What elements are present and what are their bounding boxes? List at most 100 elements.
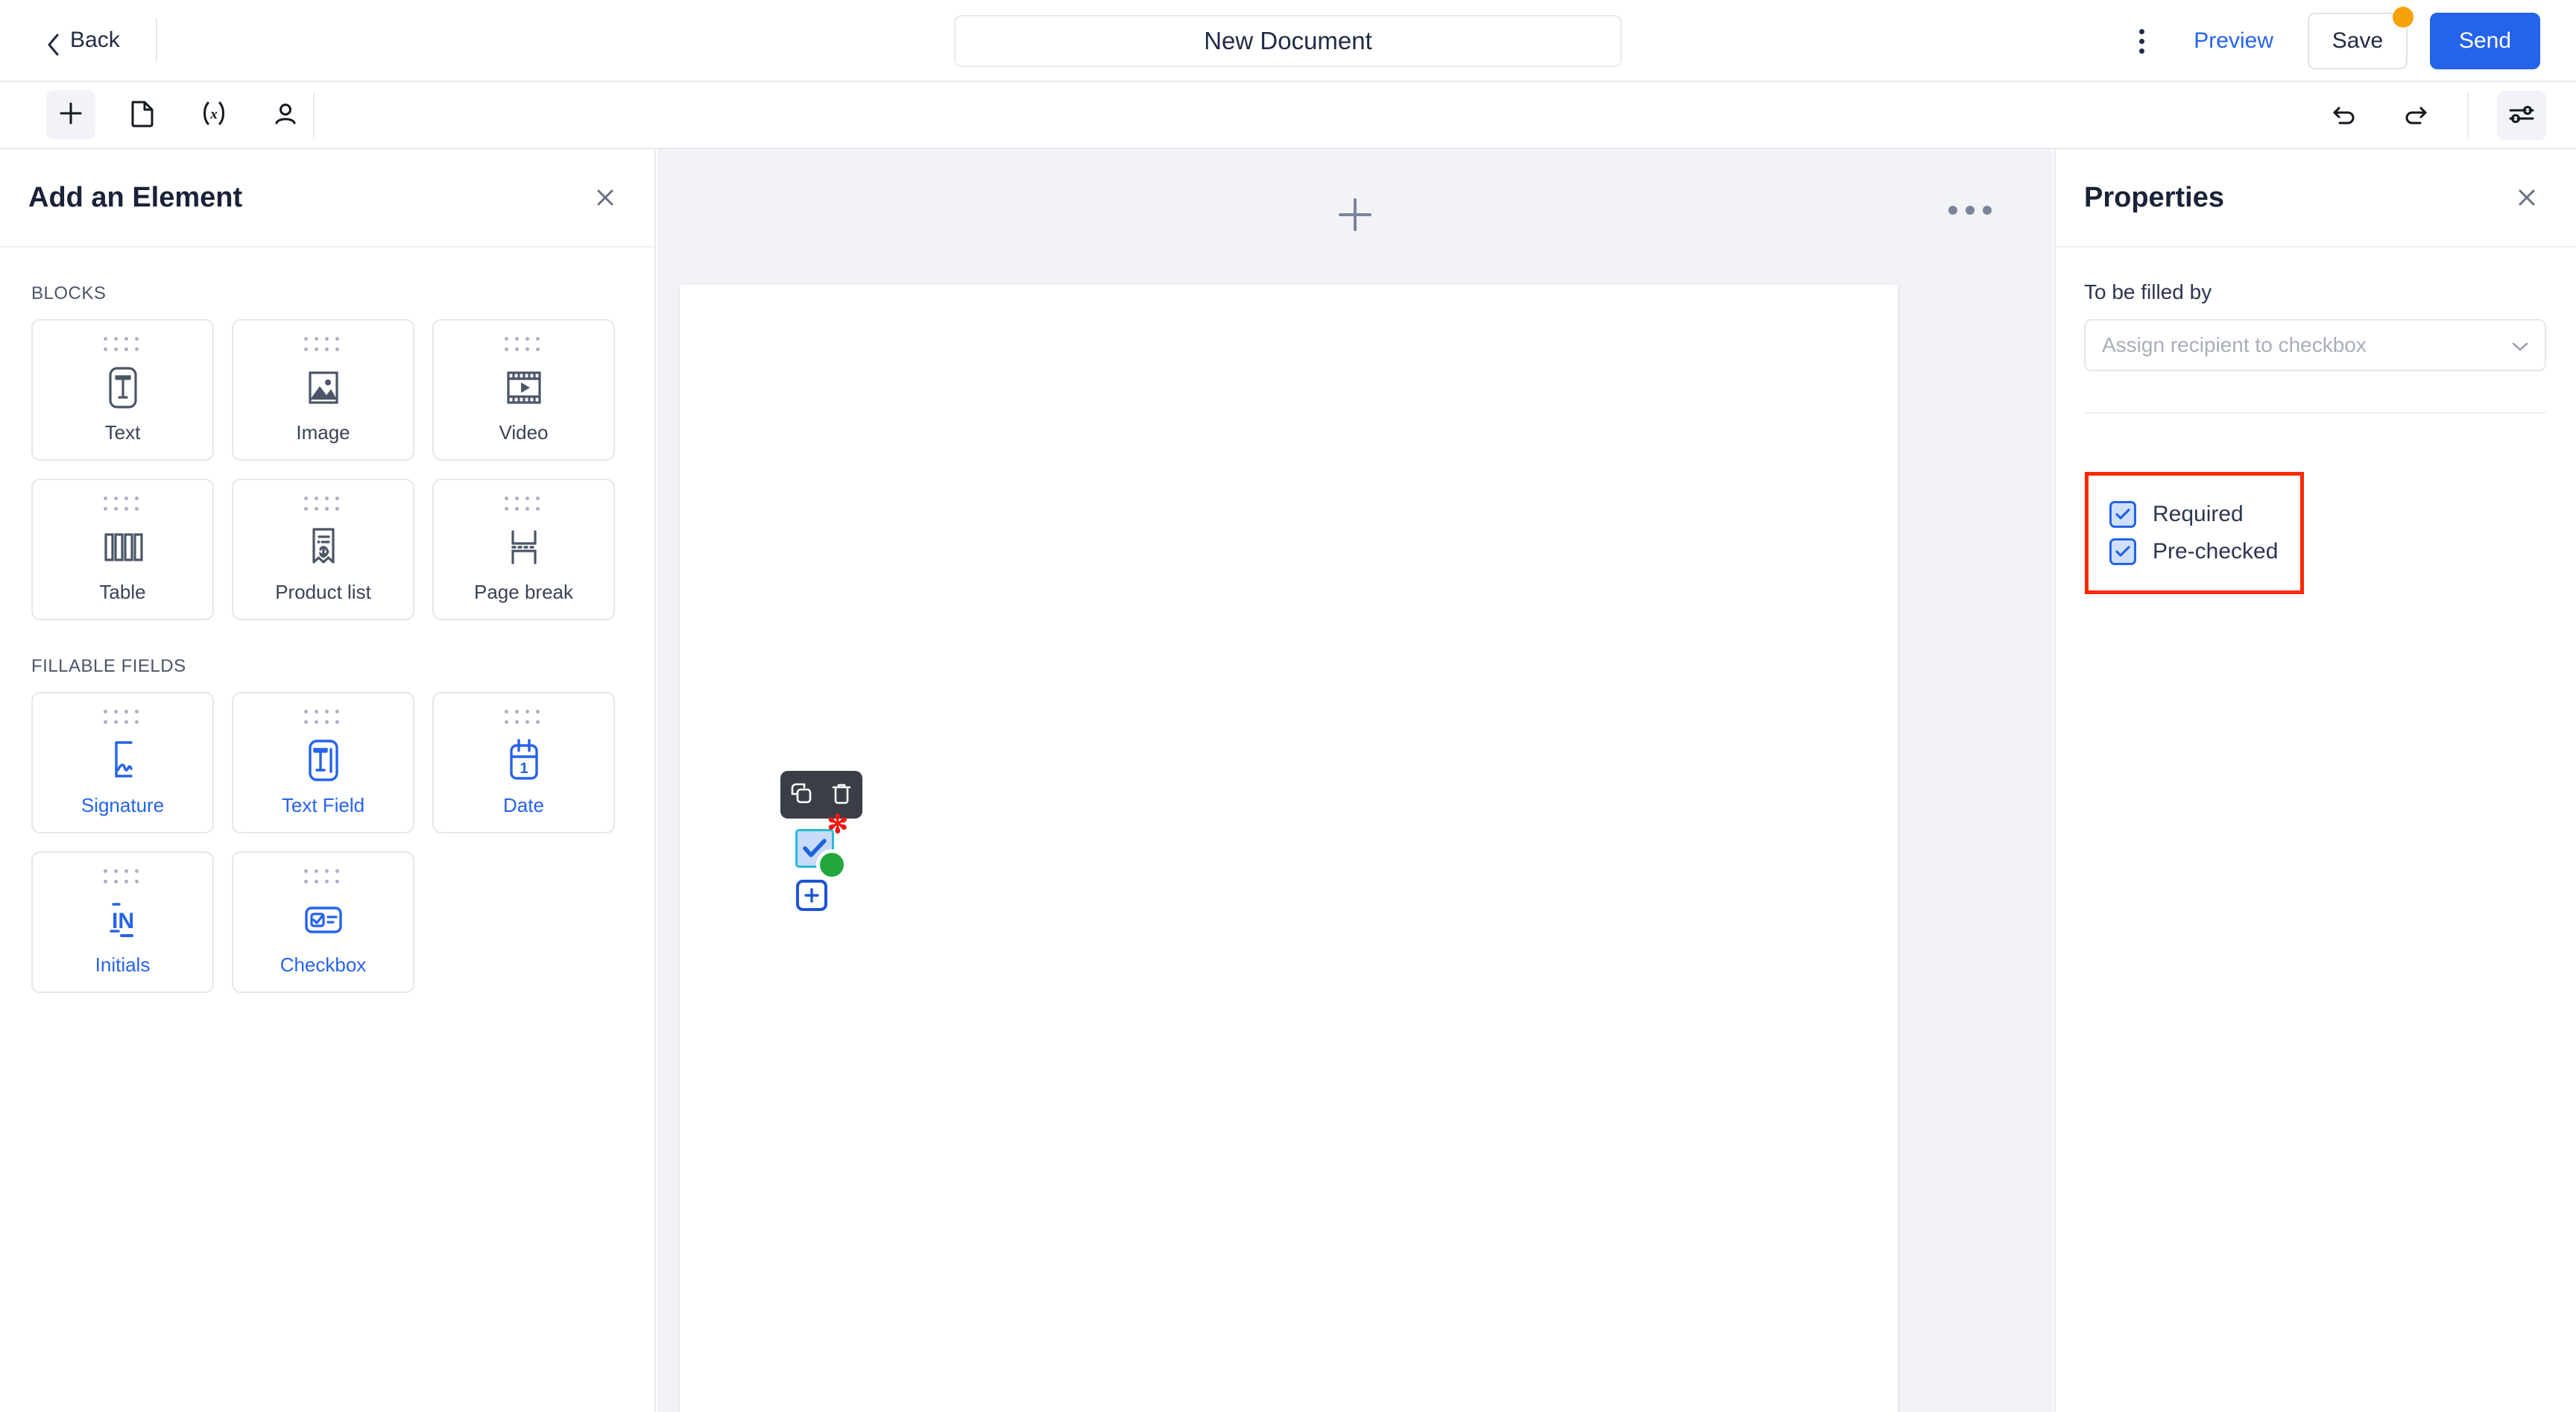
drag-handle-icon[interactable]: [104, 497, 142, 514]
pre-checked-checkbox[interactable]: [2109, 538, 2136, 565]
section-label-blocks: BLOCKS: [31, 283, 107, 303]
panel-title: Add an Element: [28, 181, 243, 213]
element-card-date[interactable]: 1 Date: [432, 692, 615, 833]
drag-handle-icon[interactable]: [505, 337, 543, 354]
to-be-filled-by-label: To be filled by: [2084, 280, 2212, 303]
element-card-label: Table: [99, 581, 146, 603]
initials-icon: IN: [101, 886, 145, 954]
element-card-initials[interactable]: IN Initials: [31, 851, 214, 993]
option-label: Required: [2153, 502, 2244, 526]
signature-icon: [104, 727, 142, 794]
video-icon: [502, 354, 546, 421]
document-tool[interactable]: [118, 90, 167, 139]
copy-icon: [789, 781, 813, 809]
element-card-label: Text Field: [281, 794, 365, 816]
plus-icon: [57, 100, 84, 130]
drag-handle-icon[interactable]: [505, 710, 543, 727]
drag-handle-icon[interactable]: [104, 710, 142, 727]
page-menu-button[interactable]: [1948, 206, 1992, 215]
placed-checkbox-element[interactable]: ✻: [780, 771, 862, 911]
add-element-panel: Add an Element BLOCKS Text Image Video T…: [0, 149, 656, 1412]
redo-arrow-icon: [2401, 102, 2428, 130]
element-card-product-list[interactable]: Product list: [232, 479, 414, 620]
element-card-label: Text: [104, 421, 141, 444]
drag-handle-icon[interactable]: [304, 710, 342, 727]
document-title-wrap: [954, 15, 1622, 67]
editor-toolbar: x: [0, 82, 2576, 149]
svg-text:x: x: [209, 107, 218, 122]
duplicate-element-button[interactable]: [789, 782, 814, 807]
drag-handle-icon[interactable]: [304, 869, 342, 886]
kebab-menu-icon[interactable]: [2119, 19, 2164, 63]
redo-button[interactable]: [2390, 91, 2439, 140]
add-block-button[interactable]: [1333, 192, 1377, 237]
option-pre-checked[interactable]: Pre-checked: [2109, 538, 2278, 565]
document-page[interactable]: ✻: [680, 285, 1898, 1412]
trash-icon: [830, 781, 853, 809]
element-card-video[interactable]: Video: [432, 319, 615, 461]
element-card-text[interactable]: Text: [31, 319, 214, 461]
settings-button[interactable]: [2497, 91, 2546, 140]
save-button[interactable]: Save: [2308, 13, 2408, 69]
element-card-signature[interactable]: Signature: [31, 692, 214, 833]
element-card-table[interactable]: Table: [31, 479, 214, 620]
option-required[interactable]: Required: [2109, 501, 2278, 528]
preview-button[interactable]: Preview: [2194, 28, 2273, 54]
svg-text:IN: IN: [112, 909, 134, 933]
properties-divider: [2084, 412, 2546, 414]
chevron-left-icon: [46, 34, 60, 56]
drag-handle-icon[interactable]: [505, 497, 543, 514]
drag-handle-icon[interactable]: [104, 869, 142, 886]
element-card-label: Signature: [80, 794, 165, 816]
add-element-tool[interactable]: [46, 90, 95, 139]
document-title-input[interactable]: [954, 15, 1622, 67]
element-card-label: Video: [499, 421, 549, 444]
close-icon[interactable]: [589, 181, 622, 214]
element-card-label: Checkbox: [280, 954, 367, 976]
required-checkbox[interactable]: [2109, 501, 2136, 528]
save-button-wrap: Save: [2308, 7, 2414, 69]
page-break-icon: [503, 514, 545, 581]
drag-handle-icon[interactable]: [304, 497, 342, 514]
element-card-text-field[interactable]: Text Field: [232, 692, 414, 833]
fillable-fields-grid: Signature Text Field 1 Date IN Initials …: [31, 692, 654, 993]
checkbox-field[interactable]: ✻: [795, 812, 848, 880]
recipient-select[interactable]: Assign recipient to checkbox: [2084, 319, 2546, 371]
drag-handle-icon[interactable]: [104, 337, 142, 354]
text-block-icon: [101, 354, 145, 421]
element-card-page-break[interactable]: Page break: [432, 479, 615, 620]
back-label: Back: [70, 28, 120, 52]
toolbar-right-group: [2321, 82, 2546, 149]
image-icon: [303, 354, 344, 421]
close-icon[interactable]: [2510, 181, 2543, 214]
element-context-toolbar: [780, 771, 862, 819]
add-field-below-button[interactable]: [796, 880, 827, 911]
send-button[interactable]: Send: [2430, 13, 2540, 69]
resize-handle[interactable]: [816, 849, 847, 880]
table-icon: [101, 514, 145, 581]
variables-tool[interactable]: x: [189, 90, 239, 139]
top-header: Back Preview Save Send: [0, 0, 2576, 82]
person-icon: [272, 100, 299, 130]
element-card-checkbox[interactable]: Checkbox: [232, 851, 414, 993]
blocks-grid: Text Image Video Table Product list Page…: [31, 319, 654, 620]
section-label-fillable-fields: FILLABLE FIELDS: [31, 656, 186, 676]
back-button[interactable]: Back: [46, 28, 120, 56]
header-divider: [155, 18, 157, 63]
recipient-select-placeholder: Assign recipient to checkbox: [2102, 333, 2367, 356]
chevron-down-icon: [2510, 340, 2530, 357]
option-label: Pre-checked: [2153, 539, 2279, 564]
drag-handle-icon[interactable]: [304, 337, 342, 354]
variable-x-icon: x: [200, 99, 228, 131]
document-builder-app: Back Preview Save Send: [0, 0, 2576, 1412]
element-card-image[interactable]: Image: [232, 319, 414, 461]
properties-panel-header: Properties: [2056, 149, 2576, 248]
recipients-tool[interactable]: [261, 90, 310, 139]
toolbar-left-group: x: [46, 90, 310, 139]
panel-title: Properties: [2084, 181, 2224, 213]
delete-element-button[interactable]: [829, 782, 854, 807]
calendar-icon: 1: [503, 727, 545, 794]
undo-button[interactable]: [2321, 91, 2370, 140]
product-list-icon: [304, 514, 343, 581]
required-asterisk-icon: ✻: [827, 810, 849, 839]
